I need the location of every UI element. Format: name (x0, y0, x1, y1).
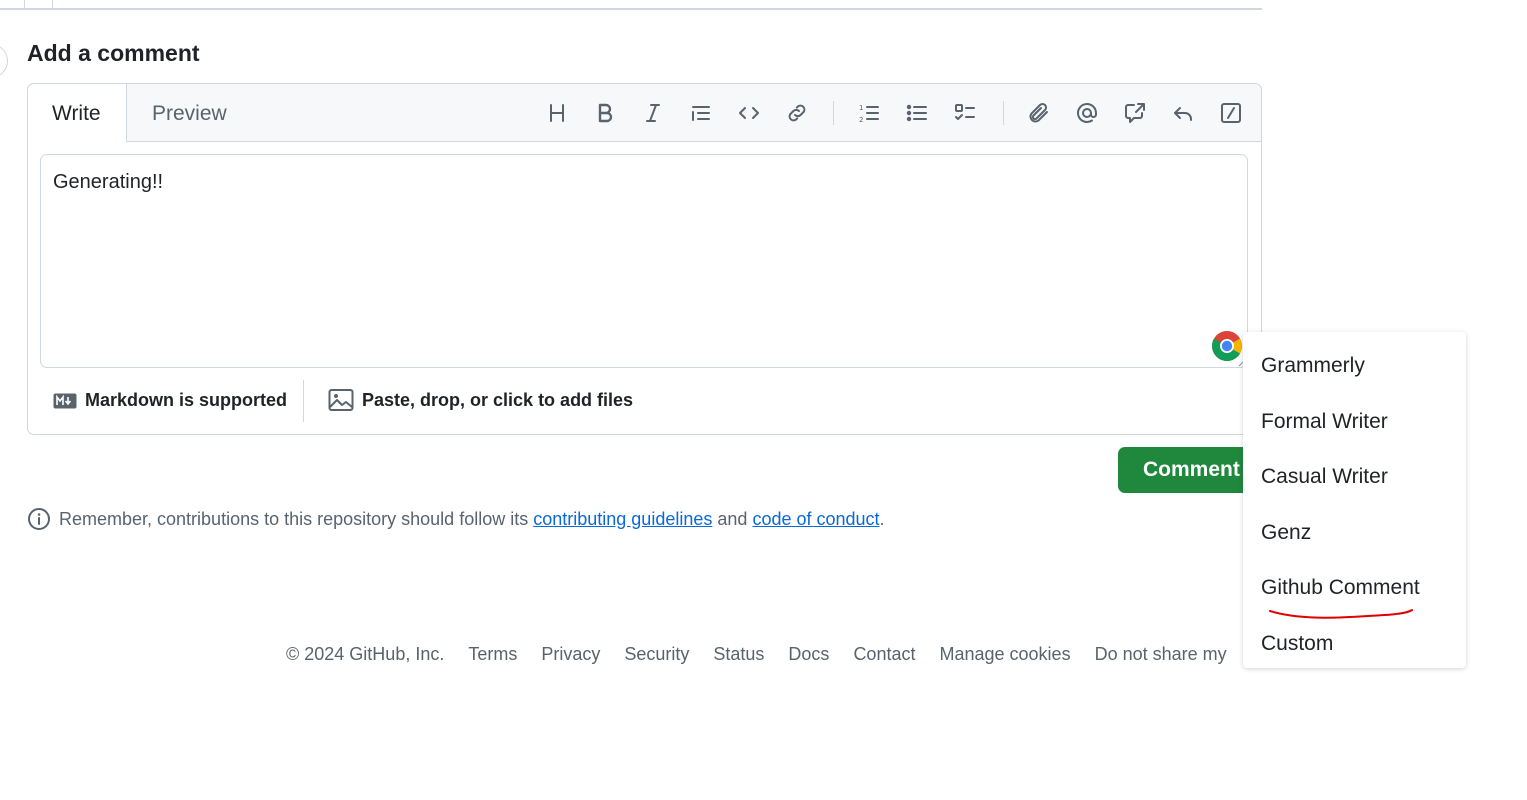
comment-editor: Write Preview 1 2 Generating!! Markdown … (27, 83, 1262, 435)
add-files-button[interactable]: Paste, drop, or click to add files (328, 388, 633, 412)
comment-textarea[interactable]: Generating!! (40, 154, 1248, 368)
menu-item-grammerly[interactable]: Grammerly (1261, 354, 1365, 378)
menu-item-formal-writer[interactable]: Formal Writer (1261, 410, 1388, 434)
comment-button[interactable]: Comment (1118, 447, 1258, 493)
markdown-note-label: Markdown is supported (85, 390, 288, 410)
toolbar-divider (1003, 101, 1004, 125)
red-underline-annotation (1269, 609, 1413, 619)
footer-copyright: © 2024 GitHub, Inc. (286, 643, 445, 664)
avatar[interactable] (0, 44, 8, 78)
footer-link-contact[interactable]: Contact (853, 644, 915, 665)
saved-reply-icon[interactable] (1167, 97, 1199, 129)
menu-item-github-comment[interactable]: Github Comment (1261, 576, 1420, 600)
footer-link-status[interactable]: Status (713, 644, 764, 665)
heading-icon[interactable] (541, 97, 573, 129)
task-list-icon[interactable] (949, 97, 981, 129)
footer-link-privacy[interactable]: Privacy (541, 644, 600, 665)
info-icon (28, 508, 50, 530)
footer-link-do-not-share[interactable]: Do not share my (1095, 644, 1227, 665)
page-footer: © 2024 GitHub, Inc. Terms Privacy Securi… (272, 640, 1242, 668)
unordered-list-icon[interactable] (901, 97, 933, 129)
svg-text:2: 2 (859, 116, 863, 124)
menu-item-casual-writer[interactable]: Casual Writer (1261, 465, 1388, 489)
footer-link-manage-cookies[interactable]: Manage cookies (939, 644, 1070, 665)
quote-icon[interactable] (685, 97, 717, 129)
menu-item-genz[interactable]: Genz (1261, 521, 1311, 545)
add-files-label: Paste, drop, or click to add files (362, 389, 634, 410)
footer-divider (303, 380, 304, 422)
timeline-line (52, 0, 53, 8)
markdown-support-note[interactable]: Markdown is supported (53, 390, 287, 411)
comment-text[interactable]: Generating!! (53, 171, 163, 194)
reminder-middle: and (717, 508, 748, 529)
svg-text:1: 1 (859, 104, 863, 112)
contributing-guidelines-link[interactable]: contributing guidelines (533, 509, 712, 530)
contribution-reminder: Remember, contributions to this reposito… (27, 507, 885, 531)
bold-icon[interactable] (589, 97, 621, 129)
footer-link-terms[interactable]: Terms (468, 644, 517, 665)
cross-reference-icon[interactable] (1119, 97, 1151, 129)
page-title: Add a comment (27, 40, 200, 66)
code-of-conduct-link[interactable]: code of conduct (752, 509, 879, 530)
timeline-line (24, 0, 25, 8)
footer-link-docs[interactable]: Docs (788, 644, 829, 665)
reminder-suffix: . (879, 508, 885, 529)
slash-commands-icon[interactable] (1215, 97, 1247, 129)
code-icon[interactable] (733, 97, 765, 129)
toolbar-divider (833, 101, 834, 125)
attach-icon[interactable] (1023, 97, 1055, 129)
reminder-prefix: Remember, contributions to this reposito… (59, 508, 529, 529)
mention-icon[interactable] (1071, 97, 1103, 129)
numbered-list-icon[interactable]: 12 (853, 97, 885, 129)
menu-item-custom[interactable]: Custom (1261, 632, 1333, 656)
markdown-icon (53, 393, 77, 408)
italic-icon[interactable] (637, 97, 669, 129)
footer-link-security[interactable]: Security (624, 644, 689, 665)
editor-header: Write Preview 1 2 (28, 84, 1261, 142)
image-icon (328, 389, 354, 411)
timeline-divider (0, 8, 1262, 10)
link-icon[interactable] (781, 97, 813, 129)
markdown-toolbar: 12 (28, 97, 1261, 129)
